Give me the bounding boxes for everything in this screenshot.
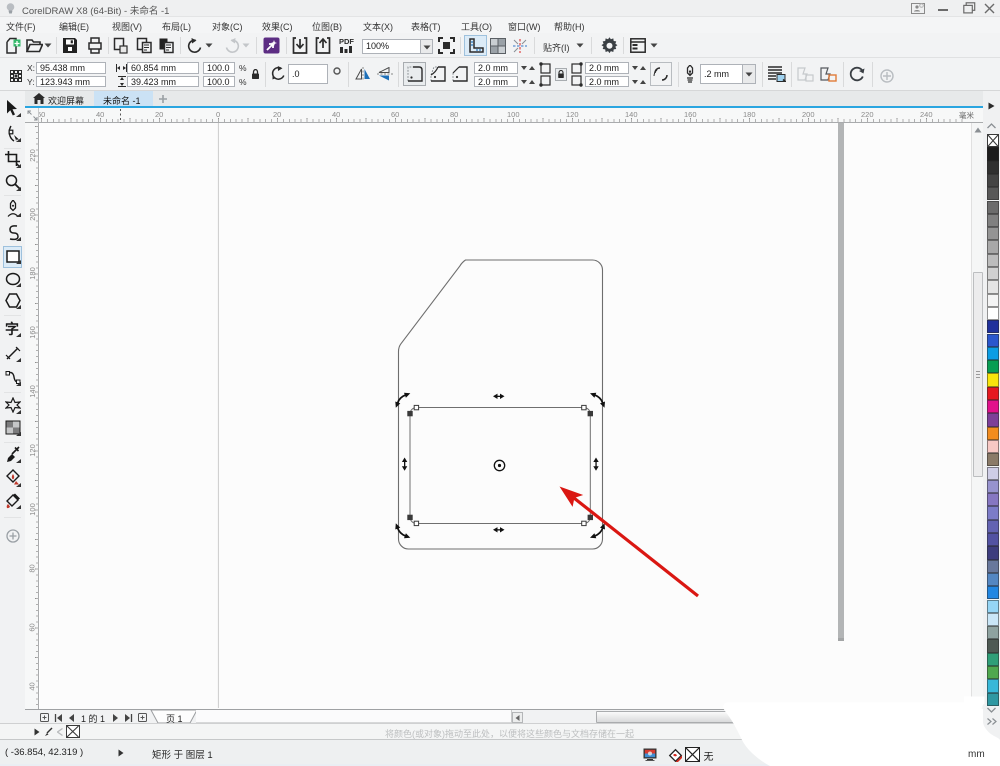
svg-text:mm: mm [968, 749, 985, 760]
